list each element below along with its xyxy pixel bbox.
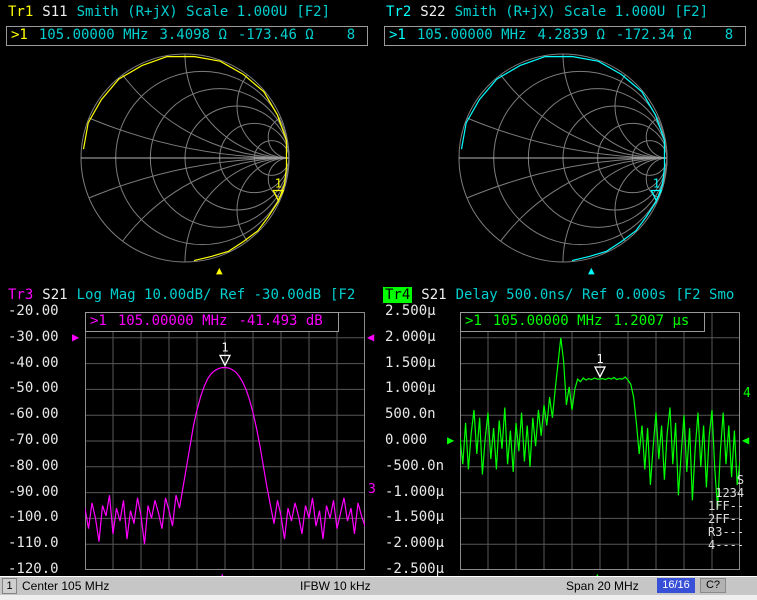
y-axis-tick-label: -2.000μ	[385, 536, 444, 551]
y-axis-tick-label: -50.00	[8, 381, 59, 396]
y-axis-tick-label: -120.0	[8, 562, 59, 577]
y-axis-tick-label: -500.0n	[385, 459, 444, 474]
marker-value2: -172.34 Ω	[616, 27, 692, 43]
status-bar: 1 Center 105 MHz IFBW 10 kHz Span 20 MHz…	[0, 576, 757, 595]
trace1-marker-readout: >1 105.00000 MHz 3.4098 Ω -173.46 Ω 8	[6, 26, 368, 46]
marker-stimulus: 105.00000 MHz	[493, 313, 603, 329]
y-axis-tick-label: 1.000μ	[385, 381, 436, 396]
tr3-ref-level-indicator-left: ▶	[72, 331, 79, 344]
span-label: Span 20 MHz	[566, 579, 639, 593]
y-axis-tick-label: 2.000μ	[385, 330, 436, 345]
tr1-marker-stimulus-indicator: ▲	[216, 265, 223, 276]
marker-label: 1	[275, 177, 282, 191]
tr3-ref-level-indicator-right: ◀	[367, 331, 374, 344]
marker-number: >1	[465, 313, 482, 329]
y-axis-tick-label: -70.00	[8, 433, 59, 448]
log-mag-plot-tr3: 1	[85, 312, 365, 570]
vna-screen: Tr1S11Smith (R+jX) Scale 1.000U[F2] >110…	[0, 0, 757, 600]
marker-value2: -173.46 Ω	[238, 27, 314, 43]
tr3-trace-number-indicator: 3	[368, 482, 376, 498]
smith-chart-tr1: 1	[77, 50, 293, 266]
trace4-marker-readout: >1 105.00000 MHz 1.2007 μs	[460, 312, 705, 332]
average-counter-badge[interactable]: 16/16	[657, 578, 695, 593]
cal-status-badge[interactable]: C?	[700, 578, 726, 593]
trace1-measurement: S11	[42, 4, 67, 20]
y-axis-tick-label: -40.00	[8, 356, 59, 371]
y-axis-tick-label: -80.00	[8, 459, 59, 474]
marker-number: >1	[11, 27, 28, 43]
trace3-label: Tr3	[8, 287, 33, 303]
trace3-title[interactable]: Tr3 S21 Log Mag 10.00dB/ Ref -30.00dB [F2	[8, 287, 364, 303]
marker-value1: 3.4098 Ω	[159, 27, 226, 43]
trace2-label: Tr2	[386, 4, 411, 20]
trace2-marker-readout: >1 105.00000 MHz 4.2839 Ω -172.34 Ω 8	[384, 26, 746, 46]
tr4-trace-number-indicator: 4	[743, 386, 751, 402]
y-axis-tick-label: -100.0	[8, 510, 59, 525]
y-axis-tick-label: -1.500μ	[385, 510, 444, 525]
trace1-format: Smith (R+jX) Scale 1.000U	[77, 4, 288, 20]
y-axis-tick-label: -20.00	[8, 304, 59, 319]
trace2-measurement: S22	[420, 4, 445, 20]
trace2-annotation: [F2]	[674, 4, 708, 20]
marker-label: 1	[221, 340, 228, 354]
marker-label: 1	[596, 352, 603, 366]
y-axis-tick-label: 0.000	[385, 433, 427, 448]
marker-value1: -41.493 dB	[238, 313, 322, 329]
trace1-title[interactable]: Tr1 S11 Smith (R+jX) Scale 1.000U [F2]	[8, 4, 339, 20]
marker-trailing: 8	[725, 27, 733, 43]
marker-number: >1	[389, 27, 406, 43]
y-axis-tick-label: -1.000μ	[385, 485, 444, 500]
y-axis-tick-label: -60.00	[8, 407, 59, 422]
marker-value1: 4.2839 Ω	[537, 27, 604, 43]
y-axis-tick-label: 1.500μ	[385, 356, 436, 371]
trace-status-display: S 12341FF--2FF--R3---4----	[708, 474, 744, 552]
center-frequency-label: Center 105 MHz	[22, 579, 109, 593]
y-axis-tick-label: -90.00	[8, 485, 59, 500]
marker-label: 1	[653, 177, 660, 191]
trace4-label-active: Tr4	[383, 287, 412, 303]
marker-number: >1	[90, 313, 107, 329]
trace1-annotation: [F2]	[296, 4, 330, 20]
trace3-marker-readout: >1 105.00000 MHz -41.493 dB	[85, 312, 339, 332]
y-axis-tick-label: 500.0n	[385, 407, 436, 422]
trace2-format: Smith (R+jX) Scale 1.000U	[455, 4, 666, 20]
window-bottom-strip	[0, 595, 757, 600]
trace4-annotation: [F2 Smo	[675, 287, 734, 303]
y-axis-tick-label: -30.00	[8, 330, 59, 345]
y-axis-tick-label: 2.500μ	[385, 304, 436, 319]
trace4-title[interactable]: Tr4 S21 Delay 500.0ns/ Ref 0.000s [F2 Smo	[383, 287, 743, 303]
smith-chart-tr2: 1	[455, 50, 671, 266]
trace2-title[interactable]: Tr2 S22 Smith (R+jX) Scale 1.000U [F2]	[386, 4, 717, 20]
marker-trailing: 8	[347, 27, 355, 43]
y-axis-tick-label: -110.0	[8, 536, 59, 551]
trace4-format: Delay 500.0ns/ Ref 0.000s	[456, 287, 667, 303]
trace3-format: Log Mag 10.00dB/ Ref -30.00dB	[77, 287, 321, 303]
trace3-annotation: [F2	[330, 287, 355, 303]
y-axis-tick-label: -2.500μ	[385, 562, 444, 577]
marker-stimulus: 105.00000 MHz	[417, 27, 527, 43]
tr4-ref-level-indicator-right: ◀	[742, 434, 749, 447]
channel-indicator: 1	[2, 578, 17, 594]
tr4-ref-level-indicator-left: ▶	[447, 434, 454, 447]
marker-value1: 1.2007 μs	[613, 313, 689, 329]
trace1-label: Tr1	[8, 4, 33, 20]
delay-plot-tr4: 1	[460, 312, 740, 570]
trace3-measurement: S21	[42, 287, 67, 303]
tr2-marker-stimulus-indicator: ▲	[588, 265, 595, 276]
trace-status-line: 4----	[708, 539, 744, 552]
ifbw-label: IFBW 10 kHz	[300, 579, 371, 593]
trace4-measurement: S21	[421, 287, 446, 303]
marker-stimulus: 105.00000 MHz	[39, 27, 149, 43]
marker-stimulus: 105.00000 MHz	[118, 313, 228, 329]
